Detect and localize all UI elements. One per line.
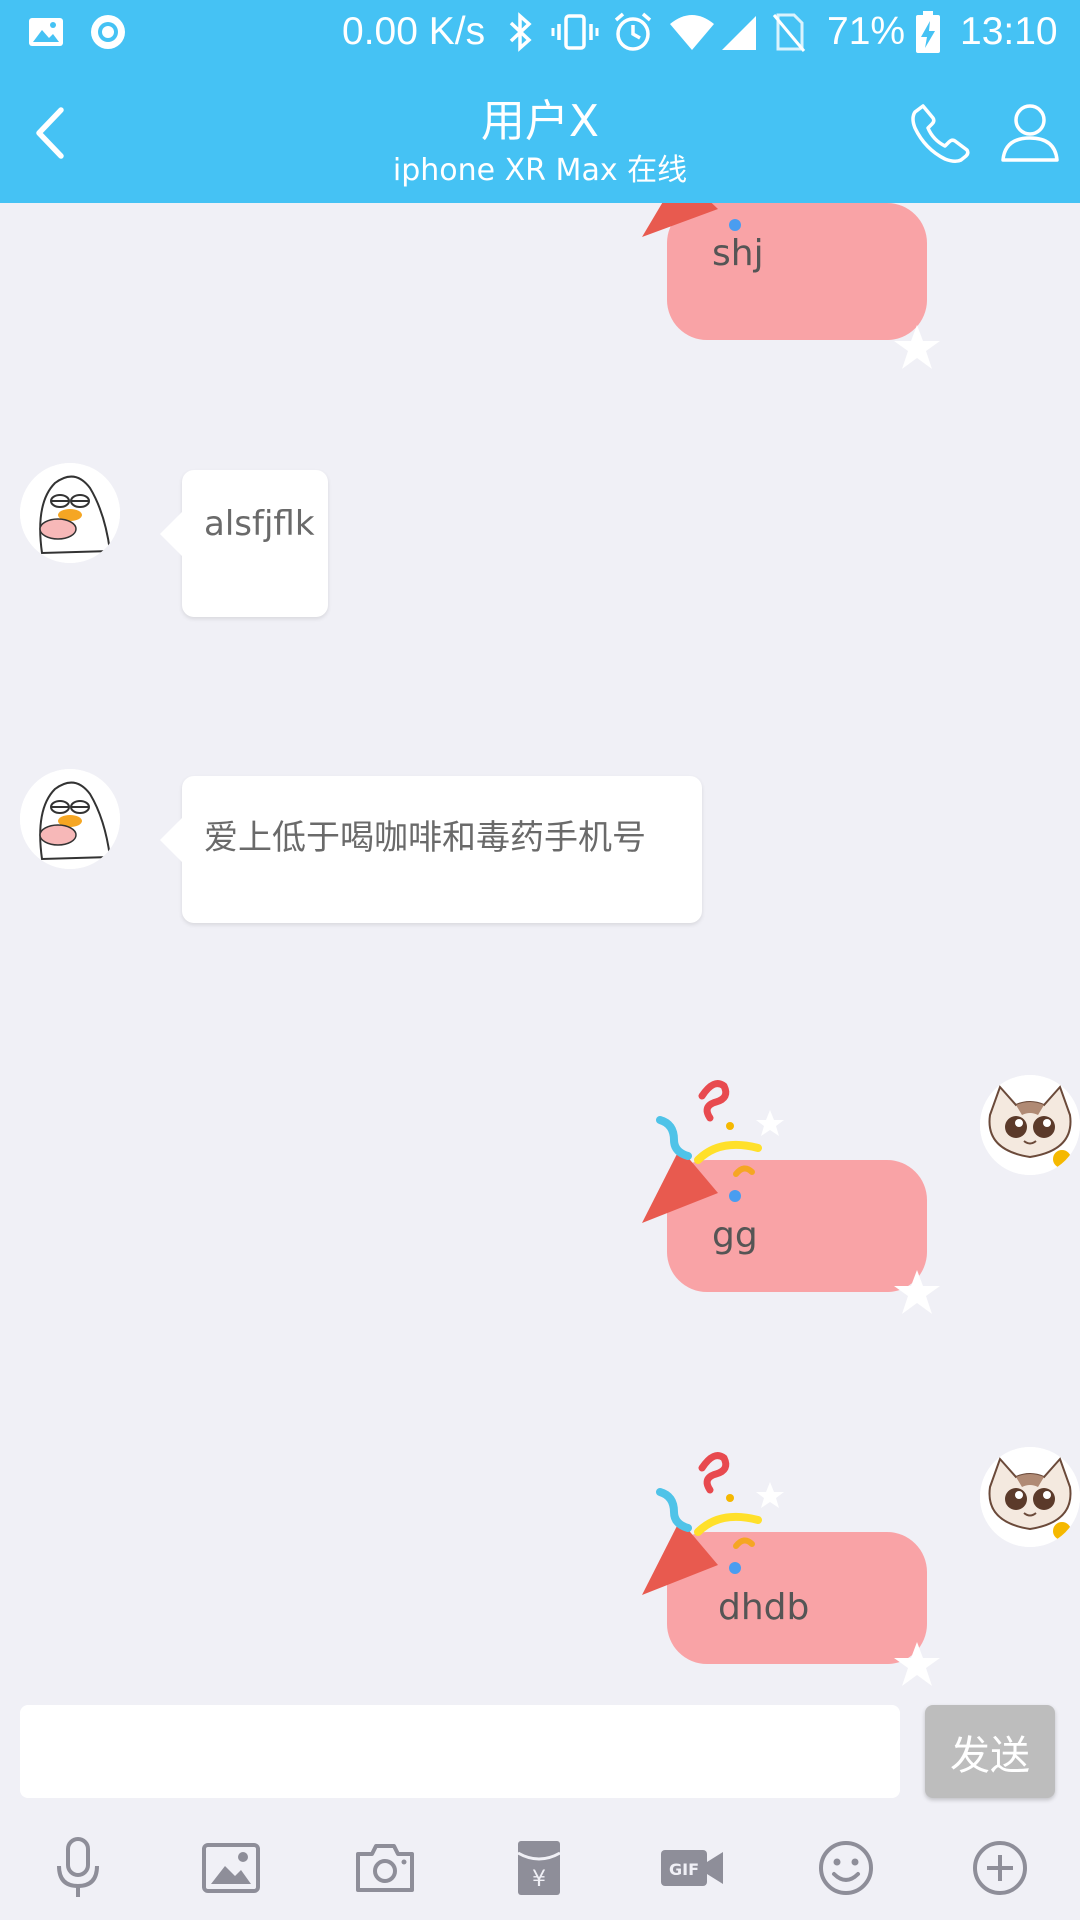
message-text: shj bbox=[712, 233, 764, 274]
send-button[interactable]: 发送 bbox=[925, 1705, 1055, 1798]
incoming-message[interactable]: alsfjflk bbox=[160, 470, 328, 617]
red-packet-button[interactable]: ¥ bbox=[499, 1828, 579, 1908]
star-icon bbox=[894, 1642, 940, 1686]
contact-avatar[interactable] bbox=[20, 463, 120, 563]
outgoing-message[interactable]: dhdb bbox=[640, 1440, 940, 1690]
plus-icon bbox=[973, 1841, 1027, 1895]
wifi-icon bbox=[668, 0, 716, 63]
outgoing-message[interactable]: gg bbox=[640, 1068, 940, 1318]
duck-avatar-icon bbox=[20, 463, 120, 563]
network-speed: 0.00 K/s bbox=[342, 9, 486, 53]
image-button[interactable] bbox=[191, 1828, 271, 1908]
red-packet-icon: ¥ bbox=[517, 1841, 561, 1895]
composer: 发送 ¥ GIF bbox=[0, 1700, 1080, 1920]
message-text: 爱上低于喝咖啡和毒药手机号 bbox=[204, 818, 646, 858]
emoji-button[interactable] bbox=[806, 1828, 886, 1908]
status-bar: 0.00 K/s 71% 13:10 bbox=[0, 0, 1080, 63]
image-icon bbox=[202, 1843, 260, 1893]
battery-percent: 71% bbox=[827, 9, 906, 53]
clock: 13:10 bbox=[960, 9, 1058, 53]
no-sim-icon bbox=[770, 0, 806, 63]
outgoing-message[interactable]: shj bbox=[640, 203, 940, 369]
party-popper-icon bbox=[642, 1452, 784, 1595]
message-text: dhdb bbox=[718, 1587, 810, 1628]
person-icon bbox=[1001, 104, 1059, 162]
phone-icon bbox=[911, 104, 970, 164]
svg-text:¥: ¥ bbox=[532, 1867, 546, 1892]
cat-avatar-icon bbox=[980, 1447, 1080, 1547]
message-input[interactable] bbox=[20, 1705, 900, 1798]
voice-button[interactable] bbox=[38, 1828, 118, 1908]
more-button[interactable] bbox=[960, 1828, 1040, 1908]
alarm-icon bbox=[612, 0, 654, 63]
emoji-icon bbox=[819, 1841, 873, 1895]
gif-button[interactable]: GIF bbox=[652, 1828, 732, 1908]
microphone-icon bbox=[57, 1837, 99, 1897]
my-avatar[interactable] bbox=[980, 1447, 1080, 1547]
message-list[interactable]: shj alsfjflk 爱上低于喝咖啡和毒药手机号 gg dhdb bbox=[0, 203, 1080, 1700]
bluetooth-icon bbox=[507, 0, 533, 63]
cell-signal-icon bbox=[720, 0, 758, 63]
incoming-message[interactable]: 爱上低于喝咖啡和毒药手机号 bbox=[160, 776, 702, 923]
my-avatar[interactable] bbox=[980, 1075, 1080, 1175]
gif-icon: GIF bbox=[661, 1850, 723, 1886]
sync-notification-icon bbox=[88, 0, 128, 63]
call-button[interactable] bbox=[905, 98, 975, 168]
message-text: gg bbox=[712, 1215, 758, 1256]
camera-icon bbox=[356, 1844, 414, 1892]
gallery-notification-icon bbox=[28, 0, 64, 63]
profile-button[interactable] bbox=[995, 98, 1065, 168]
battery-charging-icon bbox=[915, 0, 941, 63]
camera-button[interactable] bbox=[345, 1828, 425, 1908]
star-icon bbox=[894, 325, 940, 369]
vibrate-icon bbox=[550, 0, 600, 63]
duck-avatar-icon bbox=[20, 769, 120, 869]
party-popper-icon bbox=[642, 1080, 784, 1223]
chat-header: 用户X iphone XR Max 在线 bbox=[0, 63, 1080, 203]
message-text: alsfjflk bbox=[204, 504, 315, 544]
star-icon bbox=[894, 1270, 940, 1314]
cat-avatar-icon bbox=[980, 1075, 1080, 1175]
svg-text:GIF: GIF bbox=[669, 1860, 699, 1879]
contact-avatar[interactable] bbox=[20, 769, 120, 869]
